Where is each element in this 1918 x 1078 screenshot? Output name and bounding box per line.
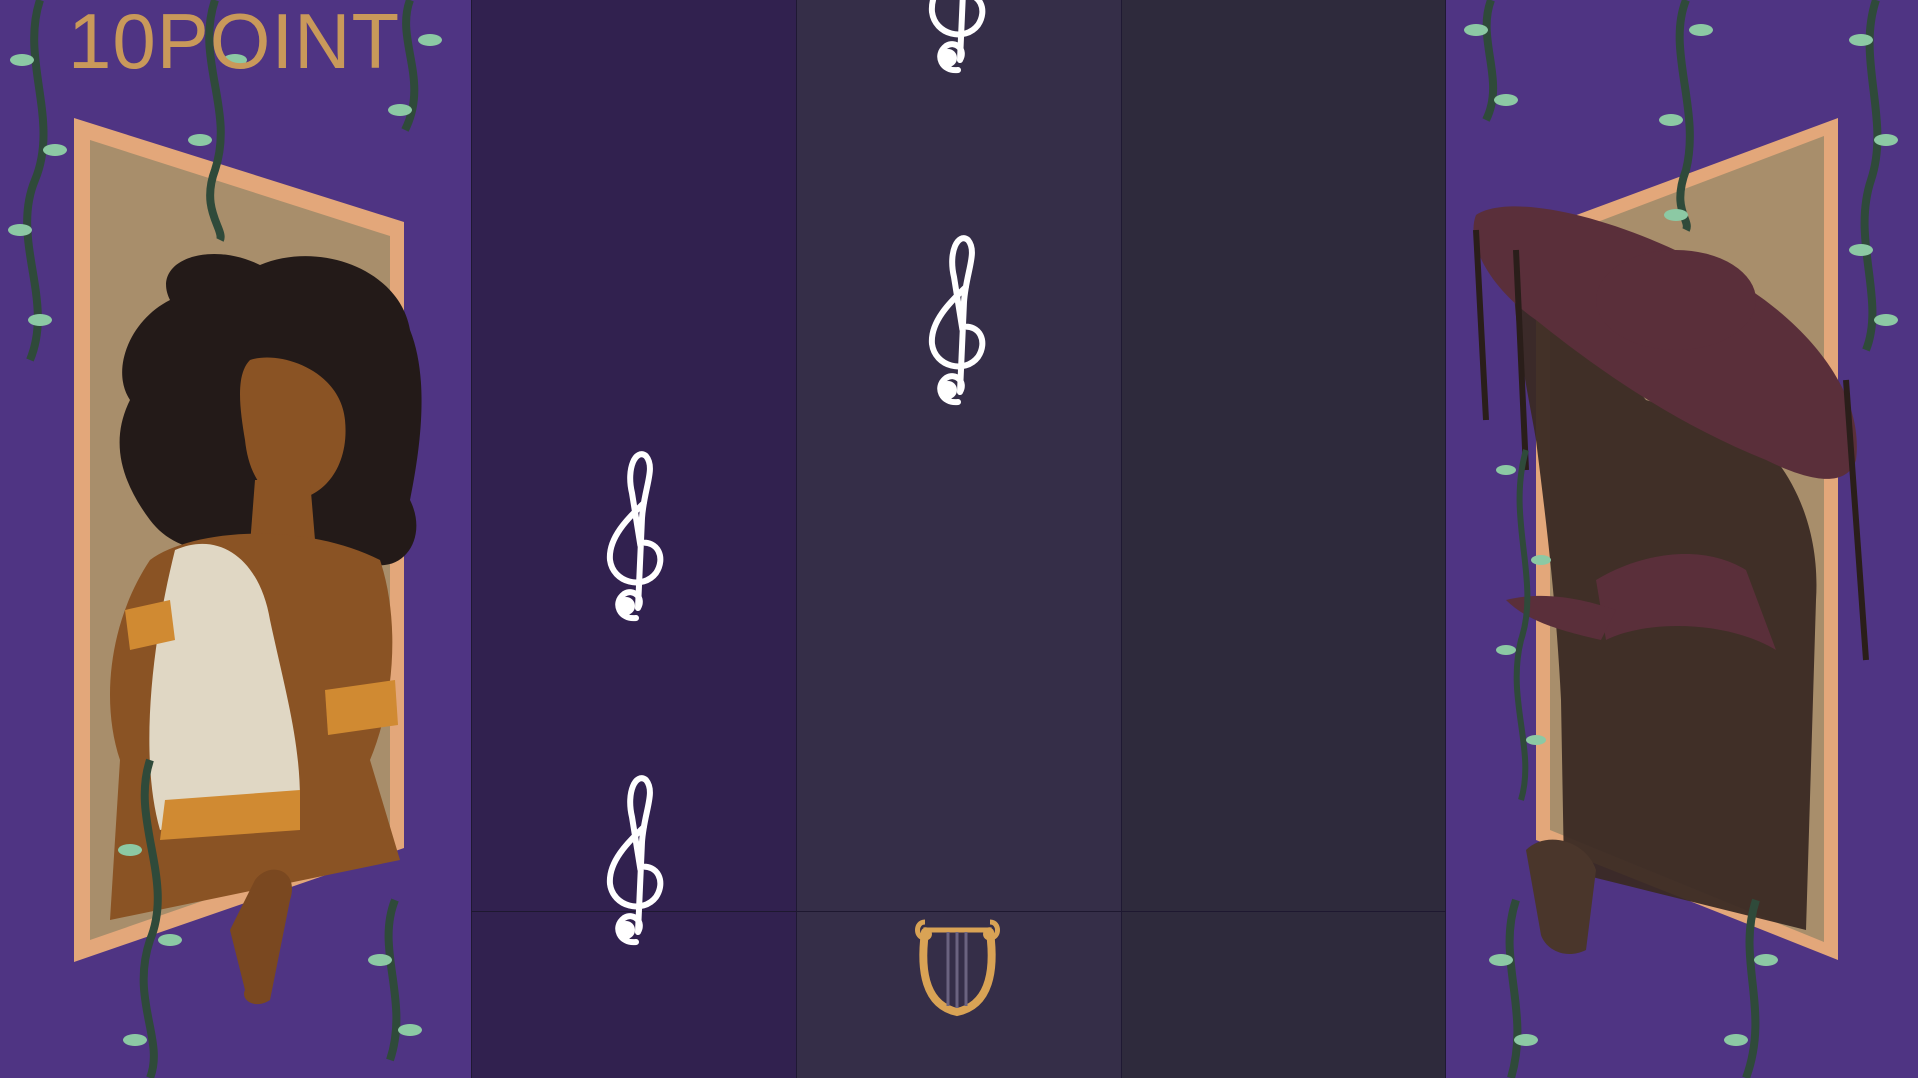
lane-right[interactable]: [1121, 0, 1446, 1078]
treble-clef-icon: [606, 451, 664, 622]
hooded-figure-portrait: [1464, 0, 1898, 1078]
left-panel: 10POINT: [0, 0, 471, 1078]
score-counter: 10POINT: [68, 0, 401, 85]
treble-clef-icon: [606, 775, 664, 946]
treble-clef-icon: [928, 235, 986, 406]
treble-clef-icon: [928, 0, 986, 74]
orpheus-portrait: [8, 0, 442, 1078]
lyre-icon[interactable]: [910, 910, 1005, 1020]
right-panel: [1446, 0, 1918, 1078]
